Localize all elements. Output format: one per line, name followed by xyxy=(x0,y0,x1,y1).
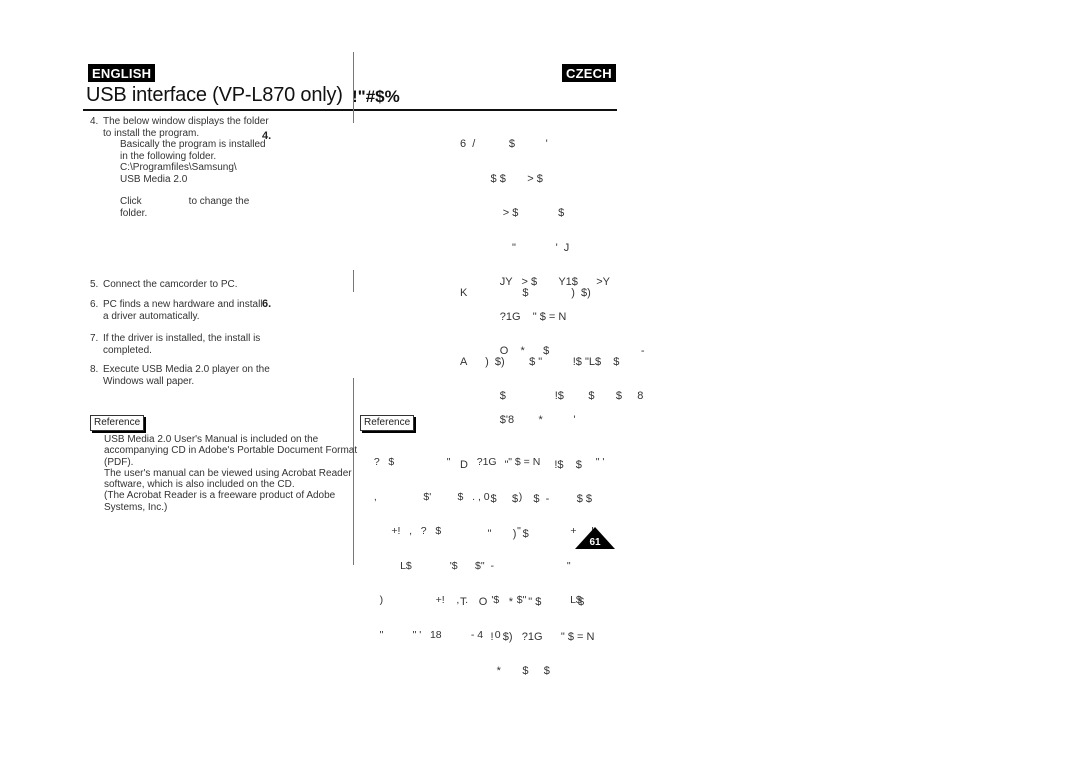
step-text: If the driver is installed, the install … xyxy=(103,333,261,344)
step-text: completed. xyxy=(103,344,152,356)
language-badge-english: ENGLISH xyxy=(88,64,156,82)
reference-line: " " ' 18 - 4 0 xyxy=(368,628,501,641)
step-subtext: Basically the program is installed xyxy=(120,139,266,150)
page-title-czech: !"#$% xyxy=(352,87,400,106)
step-5: 5. Connect the camcorder to PC. xyxy=(90,279,238,291)
page-title-english: USB interface (VP-L870 only) xyxy=(86,84,343,106)
reference-note-czech: ? $ " ?1G " $ = N " ' , $' $ . , 0 ) +! … xyxy=(368,434,605,653)
reference-label-czech: Reference xyxy=(360,415,415,431)
czech-line: $ !$ $ $ 8 xyxy=(460,390,644,402)
step-subtext: in the following folder. xyxy=(120,150,217,162)
click-label: Click xyxy=(120,196,142,207)
click-suffix: to change the xyxy=(188,196,250,207)
reference-line: (PDF). xyxy=(104,456,134,468)
reference-line: L$ '$ $" - " xyxy=(368,559,571,572)
reference-line: (The Acrobat Reader is a freeware produc… xyxy=(104,490,336,502)
step-8: 8. Execute USB Media 2.0 player on the Wi… xyxy=(90,364,270,387)
screenshot-marker-4: 4. xyxy=(262,130,272,142)
step-7: 7. If the driver is installed, the instal… xyxy=(90,333,260,356)
step-6: 6. PC finds a new hardware and install a … xyxy=(90,299,263,322)
step-text: a driver automatically. xyxy=(103,310,200,322)
reference-line: , $' $ . , 0 ) xyxy=(368,490,523,503)
column-divider-middle xyxy=(353,270,354,292)
language-badge-czech: CZECH xyxy=(562,64,616,82)
step-text: PC finds a new hardware and install xyxy=(103,299,263,310)
install-path: C:\Programfiles\Samsung\ xyxy=(120,162,237,173)
reference-line: +! , ? $ " + ! xyxy=(368,525,595,537)
step-number: 4. xyxy=(90,116,99,127)
column-divider-top xyxy=(353,52,354,123)
step-number: 7. xyxy=(90,333,99,344)
step-number: 5. xyxy=(90,279,99,290)
step-text: Connect the camcorder to PC. xyxy=(103,279,238,290)
step-text: Execute USB Media 2.0 player on the xyxy=(103,364,270,375)
czech-line: K $ ) $) xyxy=(460,287,591,299)
czech-line: * $ $ xyxy=(460,665,550,677)
czech-line: > $ $ xyxy=(460,207,565,219)
reference-line: ? $ " ?1G " $ = N " ' xyxy=(368,456,605,468)
reference-line: ) +! , . '$ $" L$ xyxy=(368,594,582,606)
reference-line: software, which is also included on the … xyxy=(104,479,295,491)
czech-line: 6 / $ ' xyxy=(460,138,548,150)
step-number: 8. xyxy=(90,364,99,375)
screenshot-marker-6: 6. xyxy=(262,298,272,310)
page-number: 61 xyxy=(589,537,601,548)
reference-note-english: USB Media 2.0 User's Manual is included … xyxy=(104,434,357,513)
reference-line: USB Media 2.0 User's Manual is included … xyxy=(104,434,319,445)
install-path: USB Media 2.0 xyxy=(120,173,188,185)
czech-line xyxy=(460,323,643,334)
reference-line: accompanying CD in Adobe's Portable Docu… xyxy=(104,445,358,457)
page-number-badge: 61 xyxy=(575,527,615,549)
step-text: The below window displays the folder xyxy=(103,116,269,127)
step-number: 6. xyxy=(90,299,99,310)
step-text: Windows wall paper. xyxy=(103,375,195,387)
czech-line: $ $ > $ xyxy=(460,172,543,185)
reference-label-english: Reference xyxy=(90,415,145,431)
reference-line: Systems, Inc.) xyxy=(104,501,168,513)
header-rule xyxy=(83,109,617,111)
click-line2: folder. xyxy=(120,207,148,219)
reference-line: The user's manual can be viewed using Ac… xyxy=(104,467,352,479)
czech-line: " ' J xyxy=(460,241,570,254)
czech-line: A ) $) $ " !$ "L$ $ xyxy=(460,355,620,368)
step-text: to install the program. xyxy=(103,127,200,139)
step-4: 4. The below window displays the folder t… xyxy=(90,116,269,219)
